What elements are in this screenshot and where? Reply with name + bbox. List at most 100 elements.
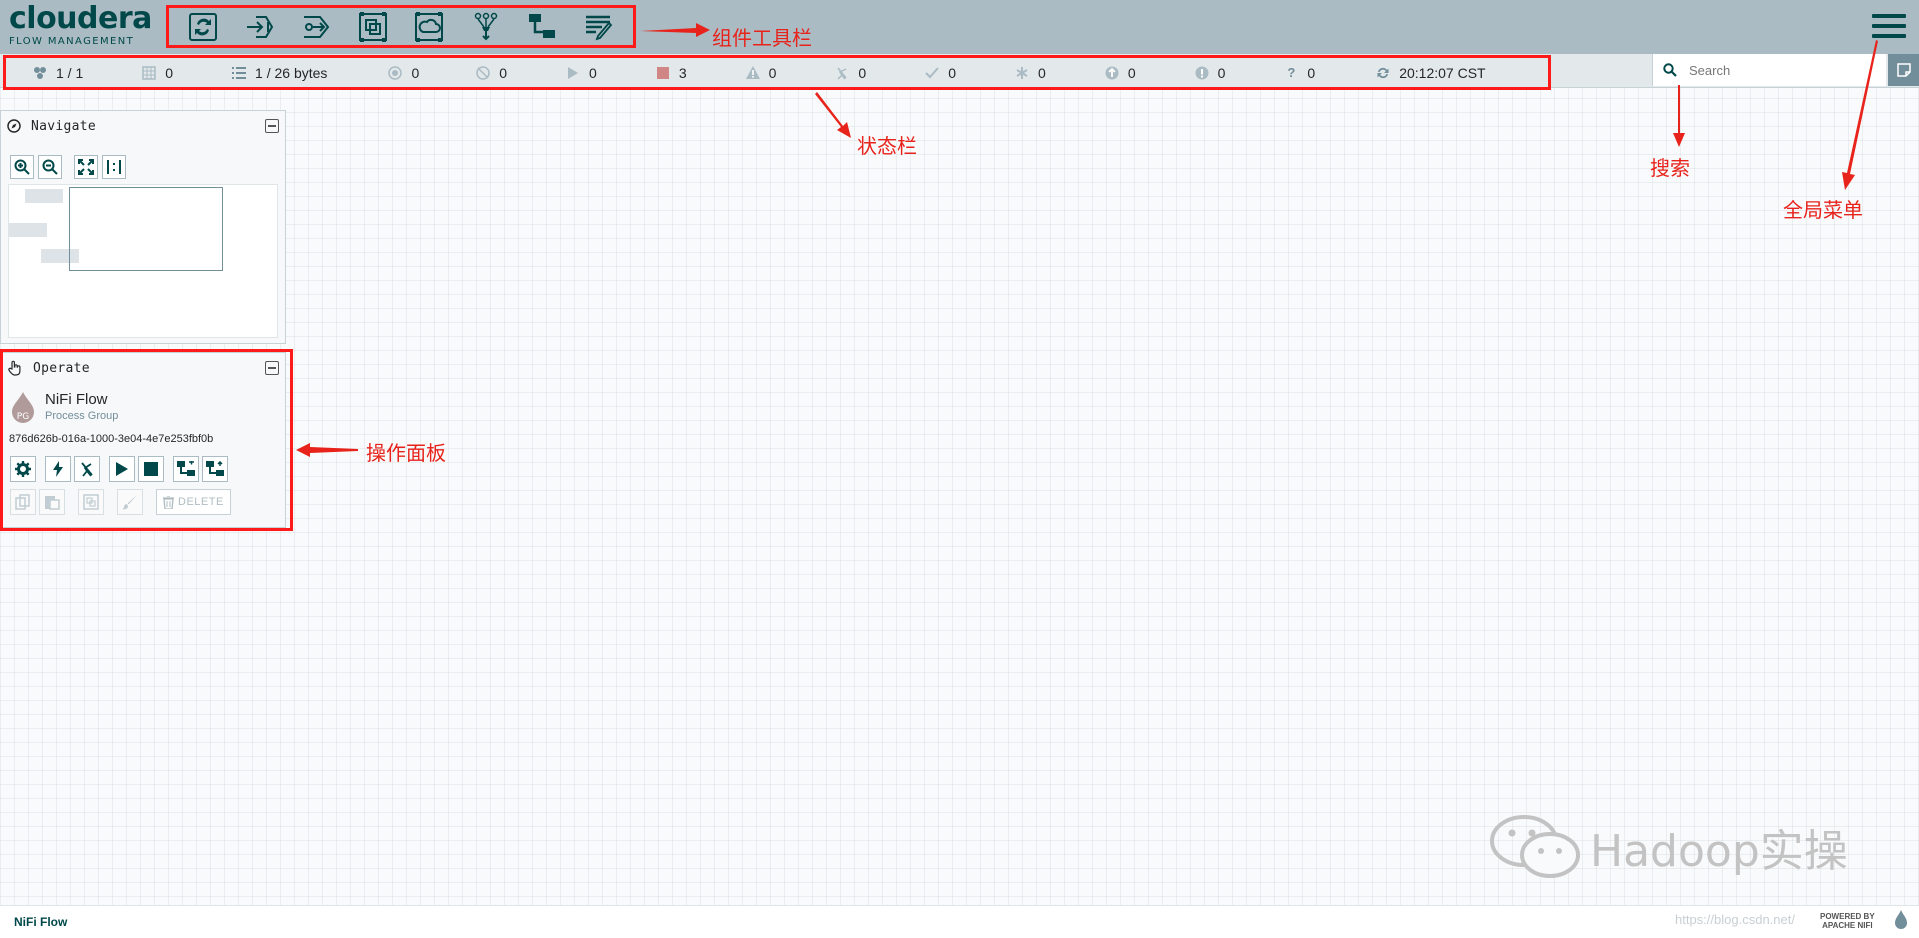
- birdseye-view[interactable]: [8, 184, 278, 338]
- menu-bar-top: [1872, 14, 1906, 18]
- wechat-watermark: Hadoop实操: [1490, 815, 1848, 879]
- operate-panel-highlight: [0, 349, 293, 531]
- last-refreshed-value: 20:12:07 CST: [1399, 64, 1486, 81]
- actual-size-button[interactable]: [102, 155, 126, 179]
- flow-status-bar: 1 / 1 0 1 / 26 bytes 0 0 0 3 0 0 0 0 0 0…: [3, 55, 1551, 90]
- annotation-search: 搜索: [1650, 156, 1690, 180]
- not-transmitting-icon: [475, 65, 491, 80]
- stat-stale: 0: [1104, 65, 1136, 81]
- menu-bar-middle: [1872, 24, 1906, 28]
- birdseye-viewport[interactable]: [69, 187, 223, 271]
- annotation-global-menu: 全局菜单: [1783, 198, 1863, 222]
- exclamation-circle-icon: [1194, 66, 1210, 80]
- birdseye-component: [9, 223, 47, 237]
- annotation-arrow-operate: [296, 443, 358, 457]
- stat-stopped: 3: [655, 65, 687, 81]
- output-port-icon: [304, 15, 330, 38]
- zoom-in-button[interactable]: [10, 155, 34, 179]
- processor-icon: [189, 12, 218, 41]
- template-button[interactable]: [525, 10, 559, 44]
- navigate-controls: [10, 155, 126, 179]
- template-icon: [529, 13, 556, 38]
- birdseye-component: [25, 189, 63, 203]
- queued-value: 1 / 26 bytes: [255, 64, 328, 81]
- question-icon: ?: [1287, 65, 1296, 80]
- logo-product: FLOW MANAGEMENT: [9, 36, 135, 47]
- powered-by-label: POWERED BY: [1820, 912, 1875, 921]
- threads-value: 1 / 1: [56, 64, 84, 81]
- search-icon: [1663, 63, 1677, 77]
- zoom-in-icon: [14, 159, 30, 175]
- remote-process-group-button[interactable]: [412, 10, 446, 44]
- queued-list-icon: [231, 66, 247, 79]
- component-toolbar: [166, 5, 636, 48]
- navigate-collapse-icon[interactable]: [265, 119, 279, 133]
- process-group-button[interactable]: [356, 10, 390, 44]
- label-icon: [585, 15, 612, 40]
- sync-failure-value: 0: [1307, 64, 1316, 81]
- stat-locally-modified: 0: [1014, 65, 1046, 81]
- stale-value: 0: [1127, 64, 1136, 81]
- threads-icon: [32, 66, 48, 80]
- powered-by-name: APACHE NIFI: [1822, 921, 1873, 930]
- bulletin-board-button[interactable]: [1888, 54, 1919, 86]
- nifi-drop-logo: [1895, 910, 1907, 929]
- transmitting-value: 0: [411, 64, 420, 81]
- stat-invalid: 0: [745, 64, 777, 81]
- zoom-out-icon: [42, 159, 58, 175]
- stat-running: 0: [565, 65, 597, 81]
- invalid-value: 0: [768, 64, 777, 81]
- stat-locally-modified-stale: 0: [1194, 64, 1226, 81]
- not-transmitting-value: 0: [499, 64, 508, 81]
- stat-transmitting: 0: [387, 65, 419, 81]
- input-port-button[interactable]: [243, 10, 277, 44]
- stat-not-transmitting: 0: [475, 65, 507, 81]
- powered-by-badge: POWERED BY APACHE NIFI: [1820, 912, 1875, 930]
- disabled-value: 0: [858, 64, 867, 81]
- disabled-icon: [834, 66, 850, 80]
- annotation-toolbar: 组件工具栏: [712, 26, 812, 50]
- breadcrumb-root[interactable]: NiFi Flow: [14, 915, 67, 929]
- remote-process-group-icon: [415, 11, 444, 42]
- output-port-button[interactable]: [299, 10, 333, 44]
- sticky-note-icon: [1896, 63, 1911, 77]
- funnel-icon: [474, 12, 497, 40]
- wechat-account-name: Hadoop实操: [1590, 826, 1848, 877]
- locally-modified-asterisk-icon: [1014, 66, 1030, 80]
- up-to-date-check-icon: [924, 66, 940, 79]
- tasks-icon: [141, 65, 157, 80]
- label-button[interactable]: [582, 10, 616, 44]
- process-group-icon: [358, 11, 387, 42]
- stopped-value: 3: [678, 64, 687, 81]
- header: cloudera FLOW MANAGEMENT: [0, 0, 1919, 54]
- invalid-warning-icon: [745, 66, 761, 79]
- processor-button[interactable]: [186, 10, 220, 44]
- menu-bar-bottom: [1872, 34, 1906, 38]
- locally-modified-stale-value: 0: [1217, 64, 1226, 81]
- annotation-statusbar: 状态栏: [857, 134, 917, 158]
- running-value: 0: [589, 64, 597, 81]
- wechat-icon: [1490, 815, 1580, 878]
- fit-screen-icon: [78, 159, 94, 175]
- locally-modified-value: 0: [1038, 64, 1046, 81]
- stale-arrow-up-icon: [1104, 66, 1120, 80]
- global-menu-button[interactable]: [1872, 14, 1906, 42]
- stat-queued: 1 / 26 bytes: [231, 65, 327, 81]
- logo-name: cloudera: [9, 1, 152, 36]
- stat-threads: 1 / 1: [32, 65, 83, 81]
- annotation-arrow-statusbar: [815, 92, 851, 138]
- annotation-arrow-search: [1673, 85, 1685, 147]
- funnel-button[interactable]: [469, 10, 503, 44]
- stat-tasks: 0: [141, 65, 173, 81]
- annotation-arrow-global-menu: [1842, 40, 1878, 190]
- fit-button[interactable]: [74, 155, 98, 179]
- refresh-icon[interactable]: [1375, 66, 1391, 80]
- stat-sync-failure: ? 0: [1283, 65, 1315, 81]
- stat-last-refreshed[interactable]: 20:12:07 CST: [1375, 64, 1486, 81]
- transmitting-icon: [387, 65, 403, 80]
- logo: cloudera FLOW MANAGEMENT: [9, 1, 152, 48]
- zoom-out-button[interactable]: [38, 155, 62, 179]
- running-play-icon: [565, 66, 581, 79]
- stopped-square-icon: [655, 66, 671, 79]
- stat-disabled: 0: [834, 65, 866, 81]
